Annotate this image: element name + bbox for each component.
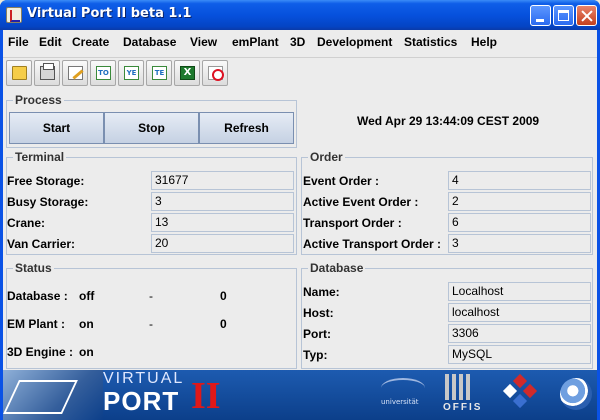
menu-database[interactable]: Database — [123, 35, 176, 49]
menu-statistics[interactable]: Statistics — [404, 35, 457, 49]
diamond-top — [512, 373, 528, 389]
status-title: Status — [13, 261, 54, 275]
menu-3d[interactable]: 3D — [290, 35, 305, 49]
menu-edit[interactable]: Edit — [39, 35, 62, 49]
status-database-count: 0 — [220, 289, 227, 303]
db-host-label: Host: — [303, 306, 334, 320]
process-panel: Process Start Stop Refresh — [6, 93, 297, 148]
university-text: universität — [381, 398, 419, 406]
pdf-icon — [208, 66, 224, 81]
current-datetime: Wed Apr 29 13:44:09 CEST 2009 — [357, 114, 540, 128]
db-name-field[interactable]: Localhost — [448, 282, 591, 301]
van-carrier-label: Van Carrier: — [7, 237, 76, 251]
transport-order-field[interactable]: 6 — [448, 213, 591, 232]
ye-button[interactable]: YE — [118, 60, 144, 86]
status-database-dash: - — [149, 289, 153, 303]
db-port-field[interactable]: 3306 — [448, 324, 591, 343]
edit-icon — [68, 66, 83, 80]
menu-help[interactable]: Help — [471, 35, 497, 49]
offis-bars — [445, 374, 473, 400]
ye-icon: YE — [124, 66, 139, 80]
status-emplant-state: on — [79, 317, 94, 331]
menu-create[interactable]: Create — [72, 35, 109, 49]
active-transport-order-label: Active Transport Order : — [303, 237, 442, 251]
menu-view[interactable]: View — [190, 35, 217, 49]
brand-port-text: PORT — [103, 386, 180, 416]
globe-logo-icon — [560, 378, 592, 410]
active-event-order-field[interactable]: 2 — [448, 192, 591, 211]
menu-emplant[interactable]: emPlant — [232, 35, 279, 49]
status-3d-engine-state: on — [79, 345, 94, 359]
edit-button[interactable] — [62, 60, 88, 86]
excel-export-button[interactable]: X — [174, 60, 200, 86]
db-type-field[interactable]: MySQL — [448, 345, 591, 364]
event-order-label: Event Order : — [303, 174, 380, 188]
van-carrier-field[interactable]: 20 — [151, 234, 294, 253]
transport-order-label: Transport Order : — [303, 216, 402, 230]
brand-ii-text: II — [191, 375, 221, 417]
offis-logo-icon: OFFIS — [441, 374, 481, 414]
university-arc — [381, 378, 425, 398]
active-transport-order-field[interactable]: 3 — [448, 234, 591, 253]
port-logo-graphic — [3, 370, 103, 420]
active-event-order-label: Active Event Order : — [303, 195, 419, 209]
start-button[interactable]: Start — [9, 112, 104, 144]
pdf-export-button[interactable] — [202, 60, 228, 86]
client-area: File Edit Create Database View emPlant 3… — [3, 30, 597, 420]
print-button[interactable] — [34, 60, 60, 86]
crane-field[interactable]: 13 — [151, 213, 294, 232]
status-emplant-label: EM Plant : — [7, 317, 66, 331]
menu-file[interactable]: File — [8, 35, 29, 49]
menu-development[interactable]: Development — [317, 35, 392, 49]
minimize-button[interactable] — [530, 5, 551, 26]
footer-banner: VIRTUAL PORT II universität OFFIS — [3, 370, 597, 420]
status-database-state: off — [79, 289, 95, 303]
diamond-left — [502, 383, 518, 399]
db-name-label: Name: — [303, 285, 340, 299]
menu-bar: File Edit Create Database View emPlant 3… — [3, 30, 597, 54]
open-button[interactable] — [6, 60, 32, 86]
busy-storage-field[interactable]: 3 — [151, 192, 294, 211]
university-logo-icon: universität — [375, 376, 431, 412]
refresh-button[interactable]: Refresh — [199, 112, 294, 144]
te-button[interactable]: TE — [146, 60, 172, 86]
excel-icon: X — [180, 66, 195, 80]
window-title: Virtual Port II beta 1.1 — [27, 6, 192, 21]
free-storage-label: Free Storage: — [7, 174, 85, 188]
close-button[interactable] — [576, 5, 597, 26]
app-window: Virtual Port II beta 1.1 File Edit Creat… — [0, 0, 600, 420]
db-host-field[interactable]: localhost — [448, 303, 591, 322]
title-bar[interactable]: Virtual Port II beta 1.1 — [0, 0, 600, 30]
free-storage-field[interactable]: 31677 — [151, 171, 294, 190]
to-icon: TO — [96, 66, 111, 80]
diamond-bottom — [512, 393, 528, 409]
event-order-field[interactable]: 4 — [448, 171, 591, 190]
terminal-title: Terminal — [13, 150, 67, 164]
status-3d-engine-label: 3D Engine : — [7, 345, 74, 359]
maximize-button[interactable] — [553, 5, 574, 26]
db-type-label: Typ: — [303, 348, 328, 362]
status-emplant-count: 0 — [220, 317, 227, 331]
app-icon[interactable] — [6, 7, 22, 23]
print-icon — [40, 63, 55, 80]
toolbar: TO YE TE X — [3, 57, 597, 88]
process-title: Process — [13, 93, 64, 107]
database-title: Database — [308, 261, 366, 275]
stop-button[interactable]: Stop — [104, 112, 199, 144]
busy-storage-label: Busy Storage: — [7, 195, 89, 209]
open-folder-icon — [12, 66, 27, 80]
status-emplant-dash: - — [149, 317, 153, 331]
status-database-label: Database : — [7, 289, 68, 303]
offis-text: OFFIS — [443, 402, 483, 413]
diamond-logo-icon — [501, 373, 541, 412]
to-button[interactable]: TO — [90, 60, 116, 86]
crane-label: Crane: — [7, 216, 46, 230]
db-port-label: Port: — [303, 327, 331, 341]
diamond-right — [522, 383, 538, 399]
order-title: Order — [308, 150, 345, 164]
te-icon: TE — [152, 66, 167, 80]
